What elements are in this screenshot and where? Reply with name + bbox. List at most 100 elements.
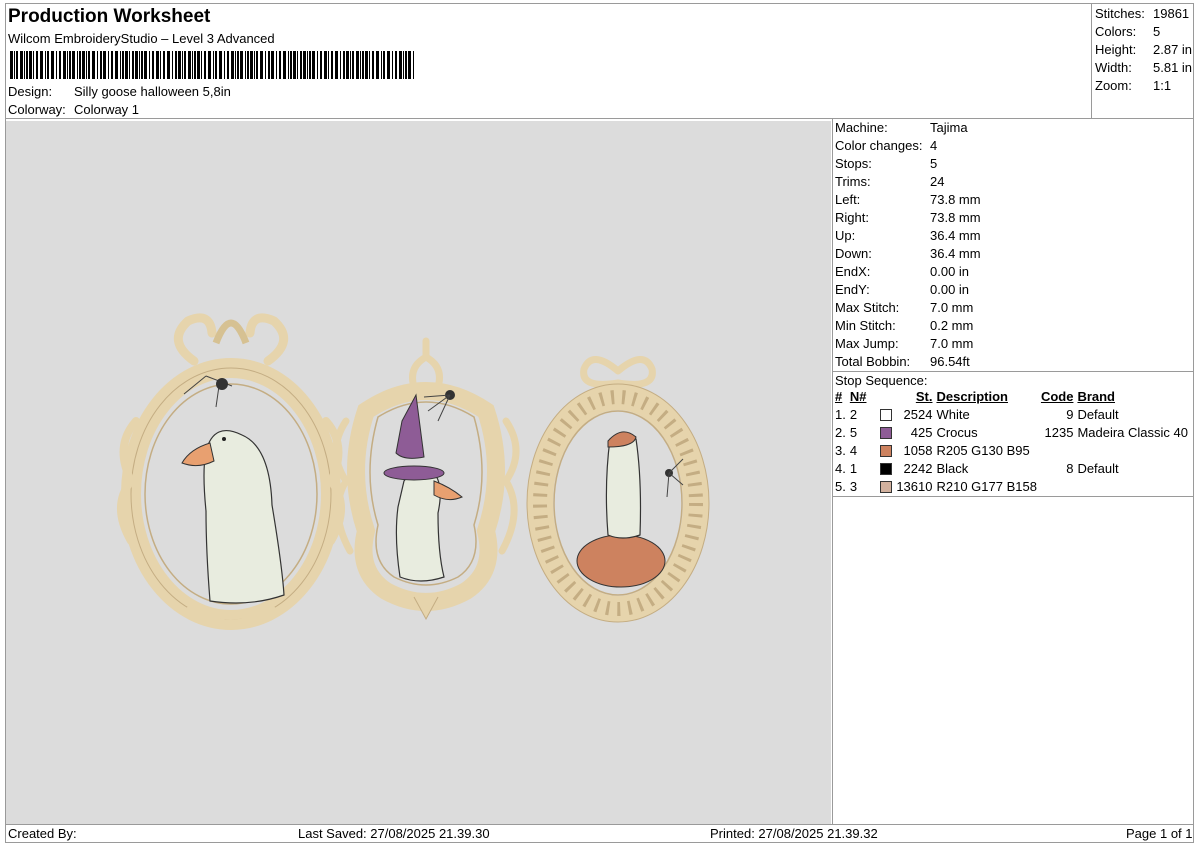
- machine-label: Max Jump:: [835, 336, 899, 351]
- table-row: 4. 1 2242 Black 8 Default: [833, 460, 1190, 478]
- design-label: Design:: [8, 84, 53, 99]
- stitch-count: 1058: [903, 443, 933, 458]
- row-brand: Madeira Classic 40: [1077, 425, 1188, 440]
- frame-3-bow: [526, 356, 710, 623]
- table-row: 1. 2 2524 White 9 Default: [833, 406, 1190, 424]
- summary-divider: [1091, 3, 1092, 118]
- frame-1-oval: [117, 313, 345, 630]
- row-code: 8: [1066, 461, 1074, 476]
- table-row: 3. 4 1058 R205 G130 B95: [833, 442, 1190, 460]
- table-row: 5. 3 13610 R210 G177 B158: [833, 478, 1190, 496]
- color-swatch: [880, 463, 893, 475]
- row-num: 4.: [835, 461, 846, 476]
- row-code: [1039, 442, 1076, 460]
- row-num: 1.: [835, 407, 846, 422]
- header-divider: [5, 118, 1194, 119]
- table-row: 2. 5 425 Crocus 1235 Madeira Classic 40: [833, 424, 1190, 442]
- col-header-num: #: [835, 389, 843, 404]
- design-preview: [6, 121, 831, 824]
- machine-label: Max Stitch:: [835, 300, 900, 315]
- page-title: Production Worksheet: [8, 6, 211, 27]
- row-description: R210 G177 B158: [936, 479, 1037, 494]
- stitch-count: 2524: [903, 407, 933, 422]
- machine-value: 5: [930, 156, 938, 171]
- col-header-stitches: St.: [915, 389, 933, 404]
- machine-value: 36.4 mm: [930, 228, 981, 243]
- machine-value: 73.8 mm: [930, 192, 981, 207]
- stitch-count: 13610: [896, 479, 933, 494]
- page-number: Page 1 of 1: [1126, 826, 1193, 841]
- row-stitches: 2242: [878, 460, 934, 478]
- row-num: 3.: [835, 443, 846, 458]
- color-swatch: [880, 427, 893, 439]
- row-needle: 1: [849, 461, 858, 476]
- stop-sequence-table: # N# St. Description Code Brand 1. 2 252…: [833, 388, 1190, 496]
- row-description: Black: [936, 461, 969, 476]
- summary-value: 19861: [1153, 6, 1190, 21]
- row-code: [1039, 478, 1076, 496]
- summary-label: Colors:: [1095, 24, 1137, 39]
- last-saved: Last Saved: 27/08/2025 21.39.30: [298, 826, 490, 841]
- row-needle: 4: [849, 443, 858, 458]
- machine-value: 7.0 mm: [930, 300, 974, 315]
- col-header-code: Code: [1040, 389, 1074, 404]
- row-description: R205 G130 B95: [936, 443, 1030, 458]
- summary-label: Zoom:: [1095, 78, 1132, 93]
- machine-label: Left:: [835, 192, 861, 207]
- stitch-count: 2242: [903, 461, 933, 476]
- machine-value: 7.0 mm: [930, 336, 974, 351]
- summary-label: Width:: [1095, 60, 1132, 75]
- created-by: Created By:: [8, 826, 77, 841]
- row-num: 5.: [835, 479, 846, 494]
- row-brand: [1075, 478, 1190, 496]
- color-swatch: [880, 481, 893, 493]
- col-header-description: Description: [936, 389, 1008, 404]
- machine-label: EndY:: [835, 282, 870, 297]
- machine-label: Stops:: [835, 156, 872, 171]
- machine-value: 73.8 mm: [930, 210, 981, 225]
- summary-value: 5: [1153, 24, 1161, 39]
- color-swatch: [880, 409, 893, 421]
- row-needle: 5: [849, 425, 858, 440]
- machine-value: 36.4 mm: [930, 246, 981, 261]
- machine-value: Tajima: [930, 120, 968, 135]
- colorway-name: Colorway 1: [74, 102, 140, 117]
- color-swatch: [880, 445, 893, 457]
- row-description: Crocus: [936, 425, 978, 440]
- frame-2-cartouche: [332, 337, 520, 621]
- software-subtitle: Wilcom EmbroideryStudio – Level 3 Advanc…: [8, 31, 275, 46]
- machine-value: 0.2 mm: [930, 318, 974, 333]
- machine-value: 96.54ft: [930, 354, 970, 369]
- row-brand: [1075, 442, 1190, 460]
- stop-sequence-title: Stop Sequence:: [835, 373, 928, 388]
- machine-label: Machine:: [835, 120, 888, 135]
- machine-label: Trims:: [835, 174, 871, 189]
- machine-label: Up:: [835, 228, 856, 243]
- summary-value: 1:1: [1153, 78, 1172, 93]
- embroidery-preview-image: [117, 313, 710, 630]
- row-num: 2.: [835, 425, 846, 440]
- colorway-label: Colorway:: [8, 102, 66, 117]
- col-header-brand: Brand: [1077, 389, 1115, 404]
- summary-value: 2.87 in: [1153, 42, 1193, 57]
- barcode: [10, 51, 414, 79]
- row-stitches: 1058: [878, 442, 934, 460]
- footer-divider: [5, 824, 1194, 825]
- machine-value: 4: [930, 138, 938, 153]
- machine-divider: [832, 371, 1194, 372]
- machine-label: Right:: [835, 210, 869, 225]
- summary-value: 5.81 in: [1153, 60, 1193, 75]
- row-code: 1235: [1044, 425, 1074, 440]
- machine-label: Total Bobbin:: [835, 354, 911, 369]
- row-needle: 2: [849, 407, 858, 422]
- summary-label: Stitches:: [1095, 6, 1145, 21]
- machine-value: 0.00 in: [930, 282, 970, 297]
- row-stitches: 425: [878, 424, 934, 442]
- machine-label: Color changes:: [835, 138, 923, 153]
- machine-label: Down:: [835, 246, 872, 261]
- row-stitches: 2524: [878, 406, 934, 424]
- col-header-needle: N#: [849, 389, 867, 404]
- stops-divider: [832, 496, 1194, 497]
- summary-label: Height:: [1095, 42, 1137, 57]
- row-brand: Default: [1077, 461, 1119, 476]
